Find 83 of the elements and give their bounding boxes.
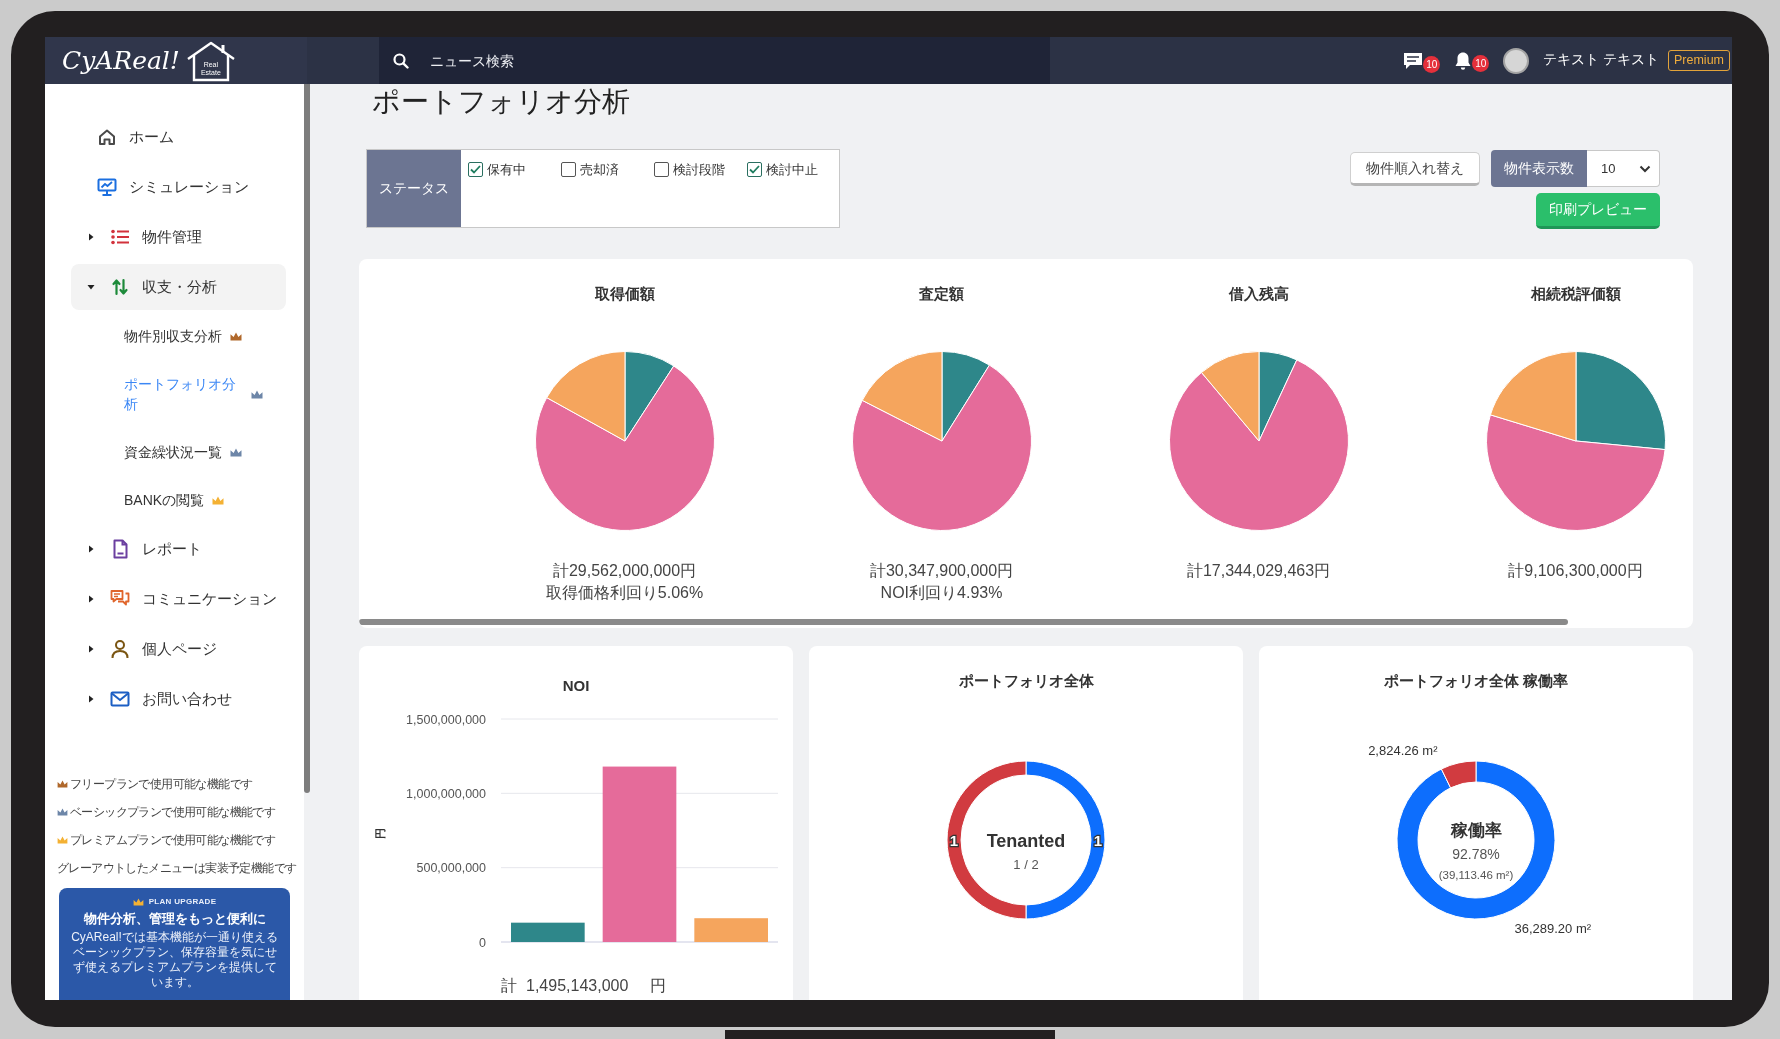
checkbox[interactable] [747,162,762,178]
axis-label: 500,000,000 [416,861,486,876]
up-down-arrows-icon [110,277,130,297]
crown-icon [132,898,144,906]
sidebar-item[interactable]: コミュニケーション [71,576,286,622]
checkbox-label[interactable]: 保有中 [487,160,526,180]
notification-badge: 10 [1472,54,1490,72]
count-select[interactable]: 10 [1587,150,1660,187]
axis-label: 1,500,000,000 [406,712,486,727]
legend-text: ベーシックプランで使用可能な機能です [70,804,276,820]
notification-badge: 10 [1423,55,1441,73]
chart-title: ポートフォリオ全体 稼働率 [1383,671,1569,691]
data-label: 1 [949,831,959,849]
center-label: 稼働率 [1450,821,1502,840]
center-label: Tenanted [986,831,1066,851]
sidebar-subitem[interactable]: 資金繰状況一覧 [71,428,263,476]
value-label: 36,289.20 m² [1514,920,1592,936]
chart-caption: NOI利回り4.93% [880,583,1003,603]
sidebar-subitem[interactable]: 物件別収支分析 [71,312,263,360]
logo-text[interactable]: CyAReal! [62,45,180,76]
center-value: 92.78% [1452,846,1500,862]
chart-title: NOI [562,676,590,696]
total-label: 計 [501,976,517,996]
sort-button[interactable]: 物件順入れ替え [1350,151,1480,186]
chart-title: ポートフォリオ全体 [958,671,1094,691]
search-icon[interactable] [393,52,409,69]
checkbox-label[interactable]: 売却済 [580,160,619,180]
axis-title: 円 [374,827,386,839]
monitor-chart-icon [97,177,117,197]
banner-tag: PLAN UPGRADE [148,896,217,908]
chart-title: 査定額 [919,284,964,304]
chart-caption: 取得価格利回り5.06% [545,583,704,603]
user-name[interactable]: テキスト テキスト [1543,50,1659,71]
chart-caption: 計9,106,300,000円 [1508,561,1643,581]
sidebar-item[interactable]: 収支・分析 [71,264,286,310]
chart-caption: 計29,562,000,000円 [552,561,697,581]
sidebar-item[interactable]: ホーム [71,114,286,160]
legend-text: プレミアムプランで使用可能な機能です [70,832,276,848]
sidebar-item[interactable]: シミュレーション [71,164,286,210]
value-label: 2,824.26 m² [1368,743,1438,759]
axis-label: 0 [479,935,486,950]
count-label: 物件表示数 [1491,150,1587,187]
sidebar-item[interactable]: レポート [71,526,286,572]
sidebar-item[interactable]: 物件管理 [71,214,286,260]
legend-text: グレーアウトしたメニューは実装予定機能です [57,860,298,876]
checkbox[interactable] [561,162,576,178]
legend-text: フリープランで使用可能な機能です [70,776,253,792]
chat-icon[interactable] [1403,51,1424,70]
chart-title: 相続税評価額 [1530,284,1621,304]
banner-title: 物件分析、管理をもっと便利に [82,911,267,927]
sidebar-item[interactable]: 個人ページ [71,626,286,672]
total-unit: 円 [650,976,667,996]
checkbox-label[interactable]: 検討段階 [673,160,725,180]
house-icon [185,39,236,82]
home-icon [97,127,117,147]
chevron-down-icon [1639,164,1651,173]
data-label: 1 [1093,831,1103,849]
chart-title: 取得価額 [594,284,655,304]
banner-text: CyAReal!では基本機能が一通り使えるベーシックプラン、保存容量を気にせず使えるプレミアムプランを提供しています。 [70,930,279,990]
list-icon [110,227,130,247]
chart-caption: 計17,344,029,463円 [1186,561,1331,581]
upgrade-banner[interactable]: PLAN UPGRADE 物件分析、管理をもっと便利に CyAReal!では基本機能が一通り使えるベーシックプラン、保存容量を気にせず使えるプレミアムプランを提供しています。 [59,888,290,1000]
total-value: 1,495,143,000 [526,976,629,996]
sidebar-item[interactable]: お問い合わせ [71,676,286,722]
checkbox[interactable] [654,162,669,178]
status-label: ステータス [367,150,461,227]
sidebar-subitem[interactable]: ポートフォリオ分析 [71,360,263,428]
sidebar-subitem[interactable]: BANKの閲覧 [71,476,263,524]
plan-badge: Premium [1668,50,1730,71]
bell-icon[interactable] [1454,50,1473,71]
avatar[interactable] [1503,47,1530,74]
envelope-icon [110,689,130,709]
chart-caption: 計30,347,900,000円 [869,561,1014,581]
chart-title: 借入残高 [1228,284,1289,304]
scrollbar[interactable] [304,84,310,793]
page-title: ポートフォリオ分析 [372,85,631,119]
scrollbar[interactable] [359,619,1568,625]
center-value: 1 / 2 [1013,857,1039,872]
axis-label: 1,000,000,000 [406,786,486,801]
checkbox[interactable] [468,162,483,178]
center-note: (39,113.46 m²) [1438,869,1514,881]
checkbox-label[interactable]: 検討中止 [766,160,818,180]
person-icon [110,639,130,659]
